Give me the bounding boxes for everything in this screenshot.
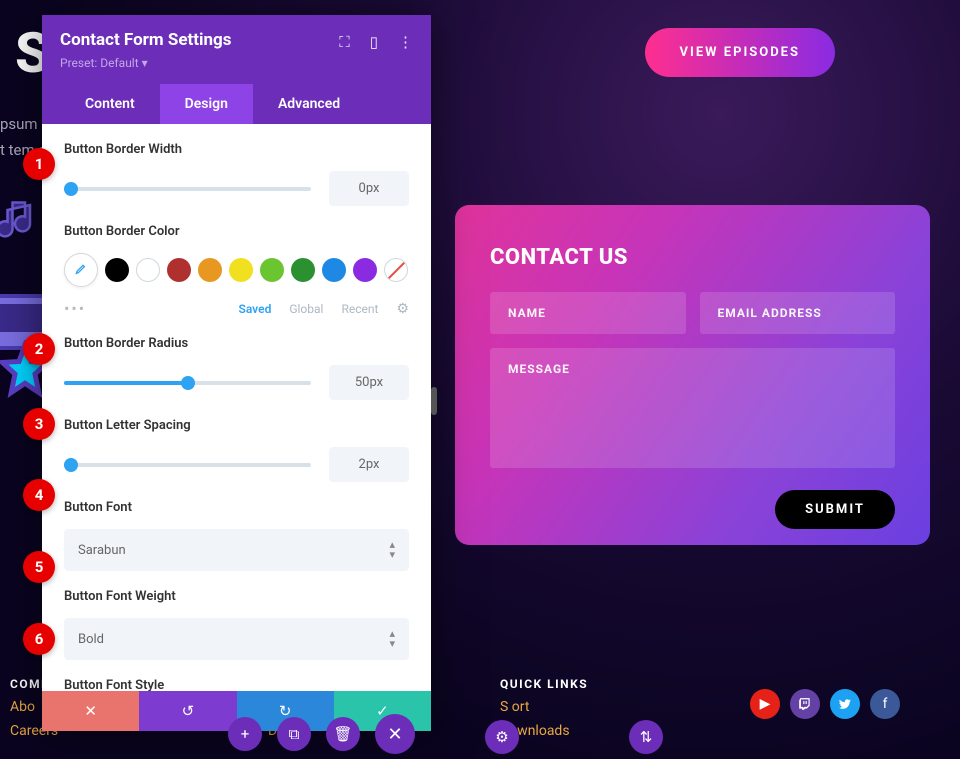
slider-handle[interactable] — [64, 458, 78, 472]
border-radius-value[interactable]: 50px — [329, 365, 409, 400]
field-font-weight: Button Font Weight Bold ▴▾ — [64, 589, 409, 660]
contact-form-card: CONTACT US SUBMIT — [455, 205, 930, 545]
marker-1: 1 — [23, 148, 55, 180]
twitch-icon[interactable] — [790, 689, 820, 719]
email-input[interactable] — [700, 292, 896, 334]
swatch-none[interactable] — [384, 258, 408, 282]
color-tab-global[interactable]: Global — [289, 302, 323, 316]
youtube-icon[interactable]: ▶ — [750, 689, 780, 719]
font-style-label: Button Font Style — [64, 678, 409, 691]
panel-header: Contact Form Settings Preset: Default ▾ … — [42, 15, 431, 124]
footer-quick-heading: QUICK LINKS — [500, 677, 588, 691]
border-radius-label: Button Border Radius — [64, 336, 409, 351]
field-border-radius: Button Border Radius 50px — [64, 336, 409, 400]
submit-button[interactable]: SUBMIT — [775, 490, 895, 529]
swatch-orange[interactable] — [198, 258, 222, 282]
eyedropper-button[interactable] — [64, 253, 98, 287]
more-colors-icon[interactable]: ••• — [64, 299, 86, 318]
expand-icon[interactable]: ⛶ — [339, 33, 350, 51]
facebook-icon[interactable]: f — [870, 689, 900, 719]
chevron-updown-icon: ▴▾ — [389, 629, 395, 649]
contact-title: CONTACT US — [490, 245, 895, 270]
font-label: Button Font — [64, 500, 409, 515]
swatch-black[interactable] — [105, 258, 129, 282]
color-tab-recent[interactable]: Recent — [341, 302, 378, 316]
settings-panel: Contact Form Settings Preset: Default ▾ … — [42, 15, 431, 731]
field-border-color: Button Border Color ••• Saved — [64, 224, 409, 318]
panel-scrollbar-thumb[interactable] — [431, 387, 437, 415]
module-settings-button[interactable]: ⚙ — [485, 720, 519, 754]
field-letter-spacing: Button Letter Spacing 2px — [64, 418, 409, 482]
border-width-slider[interactable] — [64, 187, 311, 191]
cancel-button[interactable]: ✕ — [42, 691, 139, 731]
marker-4: 4 — [23, 479, 55, 511]
marker-2: 2 — [23, 333, 55, 365]
kebab-menu-icon[interactable]: ⋮ — [398, 33, 413, 51]
swatch-lime[interactable] — [260, 258, 284, 282]
tablet-preview-icon[interactable]: ▯ — [370, 33, 378, 51]
add-button[interactable]: + — [228, 717, 262, 751]
footer-support-link[interactable]: S ort — [500, 699, 588, 715]
slider-handle[interactable] — [181, 376, 195, 390]
panel-body: Button Border Width 0px Button Border Co… — [42, 124, 431, 691]
undo-button[interactable]: ↺ — [139, 691, 236, 731]
field-font: Button Font Sarabun ▴▾ — [64, 500, 409, 571]
field-font-style: Button Font Style I TT TT U S — [64, 678, 409, 691]
tab-design[interactable]: Design — [160, 84, 253, 124]
module-action-bar-left: + ⧉ 🗑 ✕ — [228, 714, 415, 754]
font-weight-value: Bold — [78, 632, 104, 647]
swatch-green[interactable] — [291, 258, 315, 282]
font-select[interactable]: Sarabun ▴▾ — [64, 529, 409, 571]
chevron-updown-icon: ▴▾ — [389, 540, 395, 560]
border-color-label: Button Border Color — [64, 224, 409, 239]
swatch-purple[interactable] — [353, 258, 377, 282]
border-width-label: Button Border Width — [64, 142, 409, 157]
delete-button[interactable]: 🗑 — [326, 717, 360, 751]
panel-preset-dropdown[interactable]: Preset: Default ▾ — [60, 56, 413, 70]
font-weight-label: Button Font Weight — [64, 589, 409, 604]
color-tab-saved[interactable]: Saved — [239, 302, 272, 316]
tab-content[interactable]: Content — [60, 84, 160, 124]
border-radius-slider[interactable] — [64, 381, 311, 385]
view-episodes-button[interactable]: VIEW EPISODES — [645, 28, 835, 77]
sort-button[interactable]: ⇅ — [629, 720, 663, 754]
tab-advanced[interactable]: Advanced — [253, 84, 365, 124]
close-actions-button[interactable]: ✕ — [375, 714, 415, 754]
color-settings-gear-icon[interactable]: ⚙ — [396, 301, 409, 317]
marker-6: 6 — [23, 623, 55, 655]
field-border-width: Button Border Width 0px — [64, 142, 409, 206]
swatch-darkred[interactable] — [167, 258, 191, 282]
twitter-icon[interactable] — [830, 689, 860, 719]
module-action-bar-right: ⚙ ⇅ — [485, 720, 663, 754]
letter-spacing-label: Button Letter Spacing — [64, 418, 409, 433]
slider-handle[interactable] — [64, 182, 78, 196]
duplicate-button[interactable]: ⧉ — [277, 717, 311, 751]
social-icons: ▶ f — [750, 689, 900, 719]
font-value: Sarabun — [78, 543, 126, 558]
swatch-white[interactable] — [136, 258, 160, 282]
marker-3: 3 — [23, 408, 55, 440]
message-textarea[interactable] — [490, 348, 895, 468]
swatch-yellow[interactable] — [229, 258, 253, 282]
letter-spacing-slider[interactable] — [64, 463, 311, 467]
panel-tabs: Content Design Advanced — [60, 84, 413, 124]
name-input[interactable] — [490, 292, 686, 334]
font-weight-select[interactable]: Bold ▴▾ — [64, 618, 409, 660]
letter-spacing-value[interactable]: 2px — [329, 447, 409, 482]
border-width-value[interactable]: 0px — [329, 171, 409, 206]
marker-5: 5 — [23, 551, 55, 583]
swatch-blue[interactable] — [322, 258, 346, 282]
